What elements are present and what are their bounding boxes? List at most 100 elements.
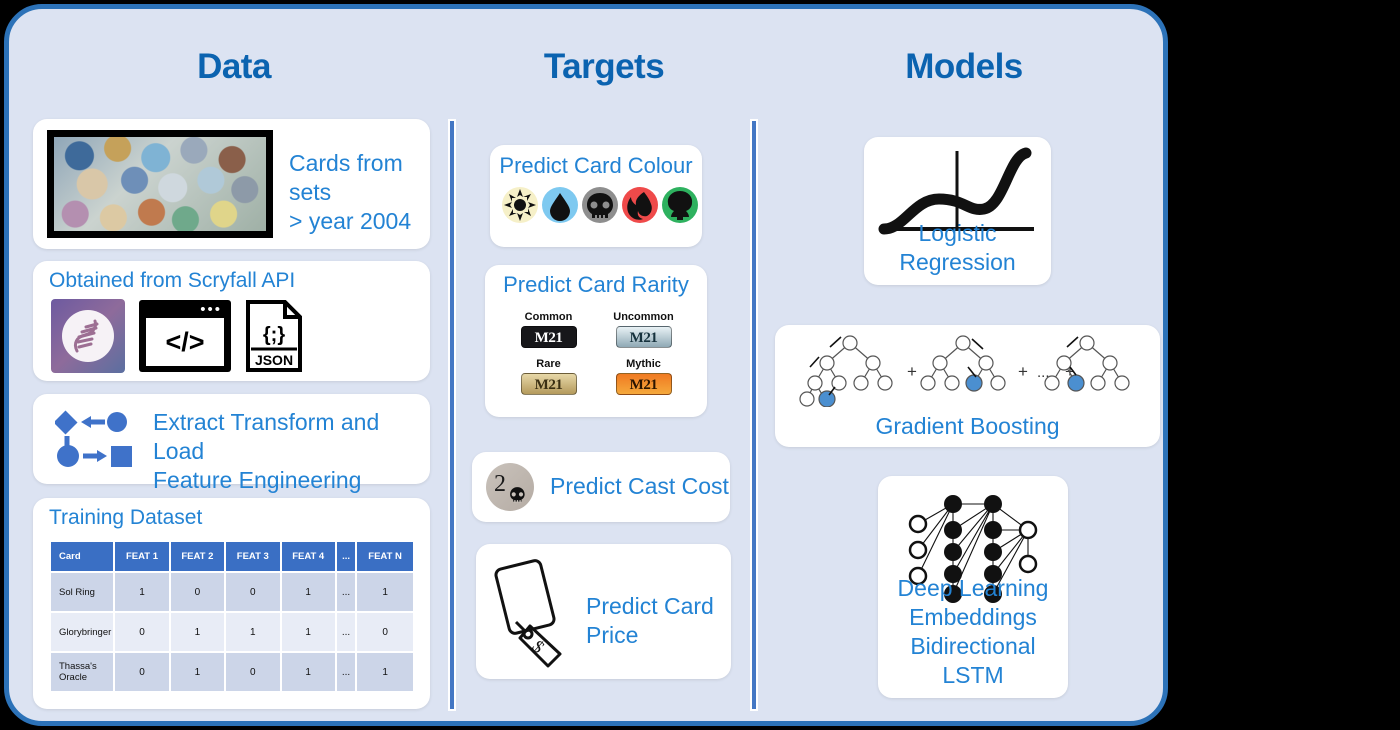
web-app-group: Web App — [1200, 300, 1386, 480]
column-title-data: Data — [197, 47, 271, 86]
cell-value: 1 — [281, 653, 335, 691]
cell-value: ... — [336, 613, 356, 651]
set-symbol-rare: M21 — [520, 373, 577, 395]
cards-source-caption: Cards from sets > year 2004 — [289, 149, 429, 236]
window-dots-icon: ••• — [200, 301, 222, 318]
predict-cast-cost-title: Predict Cast Cost — [550, 473, 729, 499]
th-feat1: FEAT 1 — [115, 542, 169, 571]
cell-value: ... — [336, 573, 356, 611]
gradient-boosting-label: Gradient Boosting — [875, 413, 1060, 439]
rarity-label-rare: Rare — [536, 358, 561, 370]
code-glyph: </> — [165, 326, 205, 357]
th-feat3: FEAT 3 — [226, 542, 280, 571]
cell-value: 0 — [115, 653, 169, 691]
deep-learning-label: Deep Learning Embeddings Bidirectional L… — [878, 574, 1068, 690]
api-title: Obtained from Scryfall API — [49, 269, 296, 292]
card-logistic-regression: Logistic Regression — [864, 137, 1051, 285]
mana-red-icon — [622, 187, 658, 223]
predict-card-price-title: Predict Card Price — [586, 593, 714, 648]
card-with-price-tag-icon: $ — [494, 559, 562, 668]
card-predict-card-rarity: Predict Card Rarity Common M21 Uncommon … — [485, 265, 707, 417]
table-row: Sol Ring 1 0 0 1 ... 1 — [51, 573, 413, 611]
rarity-grid: Common M21 Uncommon M21 Rare M21 Mythic … — [501, 307, 691, 401]
mana-black-icon — [582, 187, 618, 223]
card-data-source: Cards from sets > year 2004 — [33, 119, 430, 249]
etl-flow-icon — [55, 410, 132, 467]
cell-value: 0 — [226, 573, 280, 611]
cell-value: 1 — [357, 653, 413, 691]
column-title-targets: Targets — [543, 47, 665, 86]
th-featn: FEAT N — [357, 542, 413, 571]
rarity-item-common: Common M21 — [501, 307, 596, 354]
mana-green-icon — [662, 187, 698, 223]
cell-value: 1 — [170, 653, 225, 691]
cell-value: 0 — [170, 573, 225, 611]
column-divider-2 — [752, 121, 756, 709]
card-predict-card-colour: Predict Card Colour — [490, 145, 702, 247]
column-title-models: Models — [905, 47, 1023, 86]
cell-value: 1 — [281, 613, 335, 651]
cell-value: 0 — [115, 613, 169, 651]
card-predict-card-price: $ Predict Card Price — [476, 544, 731, 679]
rarity-item-rare: Rare M21 — [501, 354, 596, 401]
rarity-item-uncommon: Uncommon M21 — [596, 307, 691, 354]
json-file-icon: {;} JSON — [245, 299, 303, 373]
rarity-label-uncommon: Uncommon — [613, 311, 674, 323]
cell-card-name: Thassa's Oracle — [51, 653, 114, 691]
card-etl: Extract Transform and Load Feature Engin… — [33, 394, 430, 493]
diagram-canvas: Data Targets Models Cards from sets > ye… — [0, 0, 1400, 730]
etl-line2: Feature Engineering — [153, 467, 362, 493]
etl-line1: Extract Transform and Load — [153, 409, 380, 464]
cards-caption-line1: Cards from sets — [289, 150, 403, 205]
cell-value: 1 — [357, 573, 413, 611]
main-panel: Data Targets Models Cards from sets > ye… — [4, 4, 1168, 726]
predict-card-rarity-title: Predict Card Rarity — [503, 272, 689, 297]
rarity-label-mythic: Mythic — [626, 358, 661, 370]
cell-value: 1 — [115, 573, 169, 611]
svg-text:JSON: JSON — [255, 352, 293, 368]
card-training-dataset: Training Dataset Card FEAT 1 FEAT 2 FEAT… — [33, 498, 430, 709]
table-header-row: Card FEAT 1 FEAT 2 FEAT 3 FEAT 4 ... FEA… — [51, 542, 413, 571]
cell-card-name: Sol Ring — [51, 573, 114, 611]
set-symbol-mythic: M21 — [615, 373, 672, 395]
mana-white-icon — [502, 187, 538, 223]
cell-value: 1 — [170, 613, 225, 651]
plus-symbol-1: + — [907, 362, 917, 381]
logistic-regression-label: Logistic Regression — [899, 220, 1016, 275]
th-ellipsis: ... — [336, 542, 356, 571]
cell-value: 0 — [226, 653, 280, 691]
plus-symbol-2: + — [1018, 362, 1028, 381]
card-predict-cast-cost: 2 Predict Cast Cost — [472, 452, 730, 522]
deep-learning-line1: Deep Learning — [897, 575, 1049, 601]
svg-text:{;}: {;} — [263, 324, 285, 346]
cell-value: ... — [336, 653, 356, 691]
predict-card-colour-title: Predict Card Colour — [499, 153, 693, 178]
svg-text:2: 2 — [494, 471, 506, 497]
rarity-item-mythic: Mythic M21 — [596, 354, 691, 401]
column-divider-1 — [450, 121, 454, 709]
dataset-title: Training Dataset — [49, 506, 203, 529]
th-feat2: FEAT 2 — [170, 542, 225, 571]
cards-caption-line2: > year 2004 — [289, 208, 412, 234]
etl-caption: Extract Transform and Load Feature Engin… — [153, 408, 428, 495]
rarity-label-common: Common — [524, 311, 573, 323]
deep-learning-line3: Bidirectional LSTM — [910, 633, 1036, 688]
svg-text:$: $ — [528, 636, 548, 657]
magic-cards-pile-photo — [47, 130, 273, 238]
cell-value: 1 — [226, 613, 280, 651]
training-dataset-table: Card FEAT 1 FEAT 2 FEAT 3 FEAT 4 ... FEA… — [49, 540, 415, 693]
cell-value: 1 — [281, 573, 335, 611]
code-window-icon: ••• </> — [139, 300, 231, 372]
card-gradient-boosting: + + ... + Gradient Boosting — [775, 325, 1160, 447]
json-file-glyph: {;} JSON — [246, 300, 302, 372]
table-row: Thassa's Oracle 0 1 0 1 ... 1 — [51, 653, 413, 691]
set-symbol-uncommon: M21 — [615, 326, 672, 348]
api-icon-row: ••• </> {;} JSON — [51, 299, 303, 373]
generic-mana-2-and-black-skull-icon: 2 — [486, 463, 534, 511]
scryfall-spiral-glyph — [73, 319, 99, 353]
card-api-source: Obtained from Scryfall API ••• </> {;} J… — [33, 261, 430, 381]
th-card: Card — [51, 542, 114, 571]
mana-symbol-row — [502, 187, 698, 223]
card-deep-learning: Deep Learning Embeddings Bidirectional L… — [878, 476, 1068, 698]
cell-card-name: Glorybringer — [51, 613, 114, 651]
